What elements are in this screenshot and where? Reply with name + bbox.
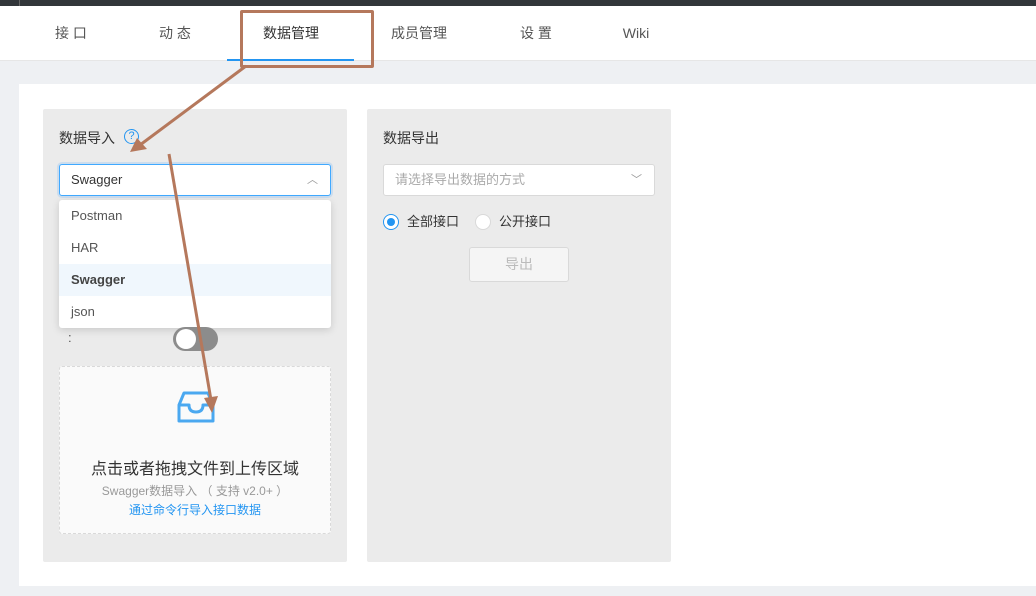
export-type-select[interactable]: 请选择导出数据的方式 ﹀ — [383, 164, 655, 196]
tab-settings[interactable]: 设 置 — [505, 6, 567, 61]
option-postman[interactable]: Postman — [59, 200, 331, 232]
annotation-highlight-box — [240, 10, 374, 68]
import-type-select[interactable]: Swagger ︿ — [59, 164, 331, 196]
option-swagger[interactable]: Swagger — [59, 264, 331, 296]
tab-interface[interactable]: 接 口 — [40, 6, 102, 61]
tab-activity[interactable]: 动 态 — [144, 6, 206, 61]
sync-toggle[interactable] — [173, 327, 218, 351]
upload-main-text: 点击或者拖拽文件到上传区域 — [90, 461, 299, 478]
question-circle-icon[interactable]: ? — [124, 129, 139, 144]
option-har[interactable]: HAR — [59, 232, 331, 264]
option-json[interactable]: json — [59, 296, 331, 328]
radio-dot-unchecked — [475, 214, 491, 230]
import-type-value: Swagger — [71, 172, 123, 187]
inbox-icon — [177, 391, 215, 423]
export-select-placeholder: 请选择导出数据的方式 — [395, 172, 526, 187]
tab-wiki[interactable]: Wiki — [612, 6, 660, 61]
cli-import-link[interactable]: 通过命令行导入接口数据 — [60, 501, 330, 518]
project-nav: 接 口 动 态 数据管理 成员管理 设 置 Wiki — [0, 6, 1036, 61]
upload-dropzone[interactable]: 点击或者拖拽文件到上传区域 Swagger数据导入 （ 支持 v2.0+ ） 通… — [59, 366, 331, 534]
toggle-knob — [176, 329, 196, 349]
chevron-down-icon: ﹀ — [631, 174, 642, 186]
chevron-up-icon: ︿ — [307, 174, 318, 186]
toggle-label: : — [68, 330, 72, 345]
tab-member-management[interactable]: 成员管理 — [378, 6, 460, 61]
radio-all-label: 全部接口 — [407, 214, 460, 229]
radio-public-label: 公开接口 — [499, 214, 552, 229]
radio-dot-checked — [383, 214, 399, 230]
upload-hint-text: Swagger数据导入 （ 支持 v2.0+ ） — [101, 484, 289, 498]
import-title: 数据导入 — [59, 130, 115, 146]
export-button[interactable]: 导出 — [469, 247, 569, 282]
export-title: 数据导出 — [383, 130, 439, 146]
import-type-dropdown: Postman HAR Swagger json — [59, 200, 331, 328]
